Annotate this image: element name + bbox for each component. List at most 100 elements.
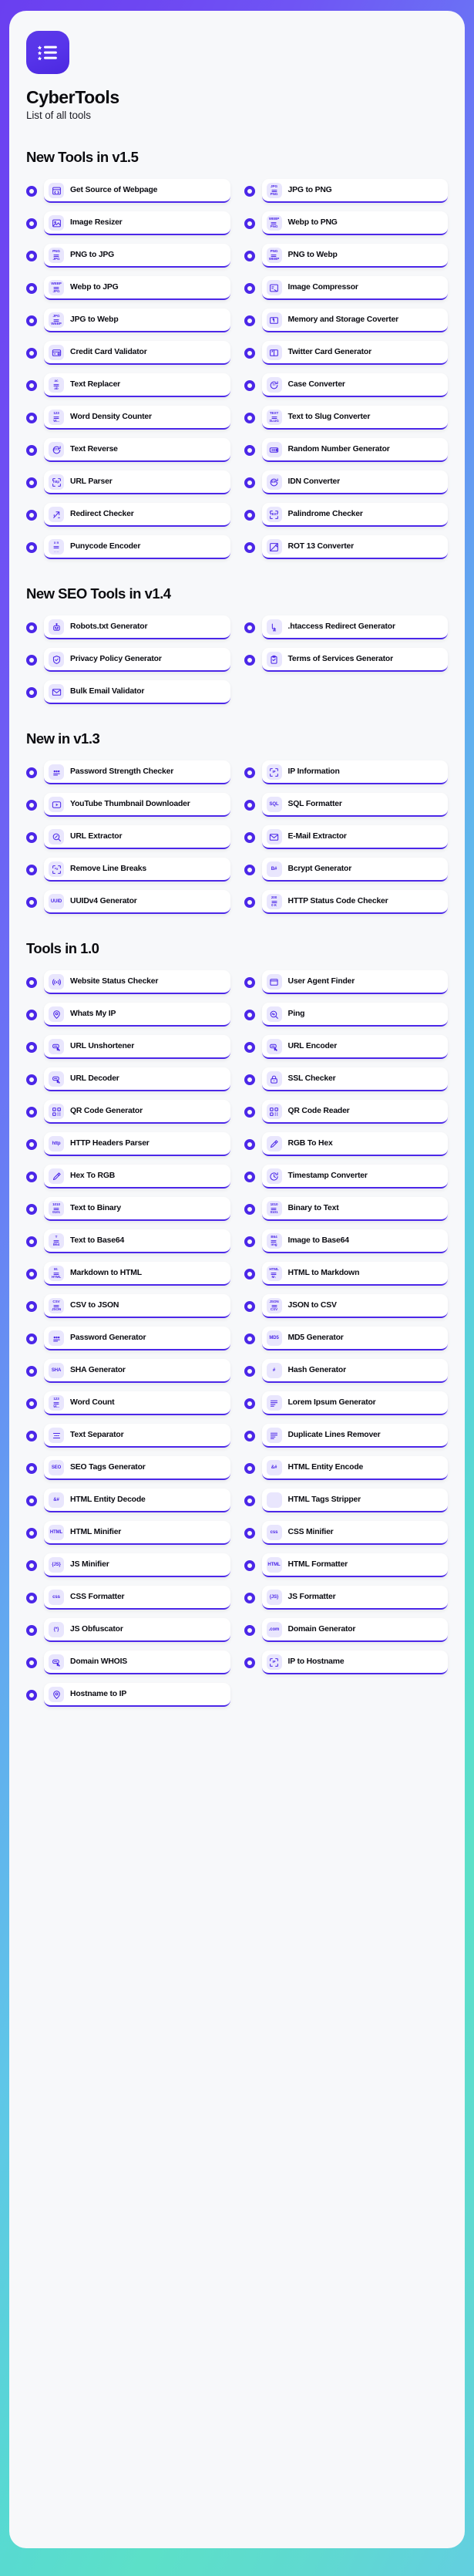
tool-card[interactable]: TEXT SLUG Text to Slug Converter <box>261 406 448 430</box>
tool-card[interactable]: ac ab Text Replacer <box>44 373 230 398</box>
tool-card[interactable]: 200 0 K HTTP Status Code Checker <box>261 890 448 915</box>
tool-card[interactable]: 123 W... Word Density Counter <box>44 406 230 430</box>
tool-card[interactable]: Domain WHOIS <box>44 1650 230 1675</box>
tool-card[interactable]: Bulk Email Validator <box>44 680 230 705</box>
tool-card[interactable]: SQL SQL Formatter <box>261 793 448 818</box>
tool-card[interactable]: M↓ HTML Markdown to HTML <box>44 1262 230 1286</box>
tool-card[interactable]: QR Code Generator <box>44 1100 230 1124</box>
bullet-icon <box>26 831 37 843</box>
tool-card[interactable]: SSL Checker <box>261 1067 448 1092</box>
tool-card[interactable]: 1010 0101 Text to Binary <box>44 1197 230 1222</box>
tool-card[interactable]: Hex To RGB <box>44 1165 230 1189</box>
tool-card[interactable]: Duplicate Lines Remover <box>261 1424 448 1448</box>
tool-card[interactable]: Whats My IP <box>44 1003 230 1027</box>
tool-card[interactable]: 123 W... Word Count <box>44 1391 230 1416</box>
tool-card[interactable]: Credit Card Validator <box>44 341 230 366</box>
tool-card[interactable]: B# Bcrypt Generator <box>261 858 448 882</box>
tool-card[interactable]: URL Extractor <box>44 825 230 850</box>
tool-card[interactable]: UUID UUIDv4 Generator <box>44 890 230 915</box>
tool-card[interactable]: Text Separator <box>44 1424 230 1448</box>
tool-card[interactable]: IDN IDN Converter <box>261 470 448 495</box>
tool-card[interactable]: SEO SEO Tags Generator <box>44 1456 230 1481</box>
tool-card[interactable]: Twitter Card Generator <box>261 341 448 366</box>
tool-card[interactable]: Timestamp Converter <box>261 1165 448 1189</box>
tool-card[interactable]: Lorem Ipsum Generator <box>261 1391 448 1416</box>
tool-card[interactable]: Privacy Policy Generator <box>44 648 230 673</box>
tool-card[interactable]: Get Source of Webpage <box>44 179 230 204</box>
tool-card[interactable]: CSV JSON CSV to JSON <box>44 1294 230 1319</box>
tool-card[interactable]: QR Code Reader <box>261 1100 448 1124</box>
tool-card[interactable]: Hostname to IP <box>44 1683 230 1708</box>
tool-label: Hash Generator <box>287 1366 347 1375</box>
tool-card[interactable]: T B64 Text to Base64 <box>44 1229 230 1254</box>
tool-card[interactable]: Ping <box>261 1003 448 1027</box>
tool-card[interactable]: JSON CSV JSON to CSV <box>261 1294 448 1319</box>
bullet-icon <box>244 799 255 811</box>
tool-card[interactable]: Image Compressor <box>261 276 448 301</box>
tool-card[interactable]: URL Decoder <box>44 1067 230 1092</box>
image-compress-icon <box>266 280 282 296</box>
tool-card[interactable]: URL Encoder <box>261 1035 448 1060</box>
tool-label: Domain Generator <box>287 1625 356 1634</box>
tool-label: HTML Formatter <box>287 1560 348 1570</box>
tool-card[interactable]: TEXT Palindrome Checker <box>261 503 448 528</box>
tool-card[interactable]: B64 img Image to Base64 <box>261 1229 448 1254</box>
tool-card[interactable]: MD5 MD5 Generator <box>261 1327 448 1351</box>
tool-card[interactable]: Memory and Storage Coverter <box>261 309 448 333</box>
tool-card[interactable]: YouTube Thumbnail Downloader <box>44 793 230 818</box>
tool-card[interactable]: RGB To Hex <box>261 1132 448 1157</box>
tool-row: PNG WEBP PNG to Webp <box>244 244 448 268</box>
tool-card[interactable]: IP IP Information <box>261 760 448 785</box>
tool-card[interactable]: WEBP PNG Webp to PNG <box>261 211 448 236</box>
tool-card[interactable]: Password Generator <box>44 1327 230 1351</box>
tool-card[interactable]: .com Domain Generator <box>261 1618 448 1643</box>
tool-card[interactable]: {JS} JS Minifier <box>44 1553 230 1578</box>
tool-card[interactable]: WEBP JPG Webp to JPG <box>44 276 230 301</box>
tool-card[interactable]: ROT 13 Converter <box>261 535 448 560</box>
tool-card[interactable]: .htaccess Redirect Generator <box>261 615 448 640</box>
tool-row: 123 W... Word Density Counter <box>26 406 230 430</box>
bullet-icon <box>244 1657 255 1668</box>
tool-card[interactable]: Redirect Checker <box>44 503 230 528</box>
tool-card[interactable]: Website Status Checker <box>44 970 230 995</box>
tool-card[interactable]: E-Mail Extractor <box>261 825 448 850</box>
tool-card[interactable]: ZYX Text Reverse <box>44 438 230 463</box>
tool-card[interactable]: Terms of Services Generator <box>261 648 448 673</box>
tool-card[interactable]: PNG WEBP PNG to Webp <box>261 244 448 268</box>
tool-card[interactable]: HTML HTML Minifier <box>44 1521 230 1546</box>
tool-card[interactable]: {*} JS Obfuscator <box>44 1618 230 1643</box>
tool-card[interactable]: http HTTP Headers Parser <box>44 1132 230 1157</box>
tool-label: SHA Generator <box>70 1366 126 1375</box>
tool-card[interactable]: HTML Tags Stripper <box>261 1489 448 1513</box>
tool-card[interactable]: =x Remove Line Breaks <box>44 858 230 882</box>
tool-card[interactable]: SHA SHA Generator <box>44 1359 230 1384</box>
tool-card[interactable]: Random Number Generator <box>261 438 448 463</box>
tool-card[interactable]: 1010 0101 Binary to Text <box>261 1197 448 1222</box>
tool-card[interactable]: Tᴛ Case Converter <box>261 373 448 398</box>
tool-card[interactable]: HTML HTML Formatter <box>261 1553 448 1578</box>
tool-card[interactable]: PNG JPG PNG to JPG <box>44 244 230 268</box>
tool-card[interactable]: Image Resizer <box>44 211 230 236</box>
tool-card[interactable]: css CSS Minifier <box>261 1521 448 1546</box>
tool-card[interactable]: Password Strength Checker <box>44 760 230 785</box>
tool-card[interactable]: &# HTML Entity Encode <box>261 1456 448 1481</box>
tool-card[interactable]: http URL Parser <box>44 470 230 495</box>
tool-card[interactable]: # Hash Generator <box>261 1359 448 1384</box>
tool-card[interactable]: JPG WEBP JPG to Webp <box>44 309 230 333</box>
tool-row: M↓ HTML Markdown to HTML <box>26 1262 230 1286</box>
tool-label: HTML Tags Stripper <box>287 1495 361 1505</box>
tool-card[interactable]: x n _ _ Punycode Encoder <box>44 535 230 560</box>
tool-card[interactable]: IP IP to Hostname <box>261 1650 448 1675</box>
tool-card[interactable]: css CSS Formatter <box>44 1586 230 1610</box>
bullet-icon <box>244 896 255 908</box>
lorem-icon <box>266 1395 282 1411</box>
tool-card[interactable]: HTML M↓ HTML to Markdown <box>261 1262 448 1286</box>
tool-card[interactable]: {JS} JS Formatter <box>261 1586 448 1610</box>
tool-card[interactable]: JPG PNG JPG to PNG <box>261 179 448 204</box>
tool-card[interactable]: URL Unshortener <box>44 1035 230 1060</box>
tool-card[interactable]: &# HTML Entity Decode <box>44 1489 230 1513</box>
bullet-icon <box>244 1398 255 1409</box>
tool-card[interactable]: Robots.txt Generator <box>44 615 230 640</box>
url-click-icon <box>49 1071 64 1087</box>
tool-card[interactable]: User Agent Finder <box>261 970 448 995</box>
